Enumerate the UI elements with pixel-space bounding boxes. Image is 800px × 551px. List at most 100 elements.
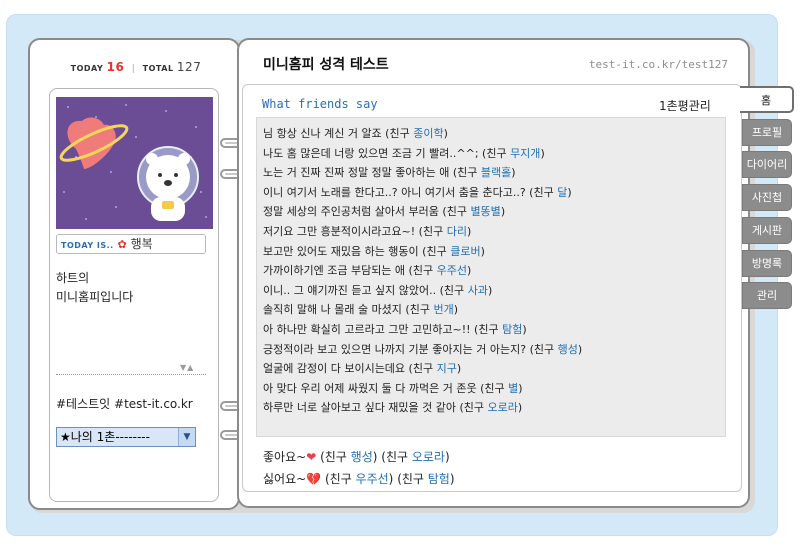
comment-item: 솔직히 말해 나 몰래 술 마셨지 (친구 번개) xyxy=(263,300,725,320)
friend-name[interactable]: 클로버 xyxy=(450,245,480,258)
section-title: What friends say xyxy=(262,97,378,111)
comment-text: 하루만 너로 살아보고 싶다 재밌을 것 같아 (친구 xyxy=(263,401,488,415)
comment-text: 아 맞다 우리 어제 싸웠지 둘 다 까먹은 거 존웃 (친구 xyxy=(263,381,509,395)
friend-name[interactable]: 달 xyxy=(557,186,567,199)
comment-item: 하루만 너로 살아보고 싶다 재밌을 것 같아 (친구 오로라) xyxy=(263,398,725,418)
comment-item: 정말 세상의 주인공처럼 살아서 부러움 (친구 별똥별) xyxy=(263,202,725,222)
comment-end: ) xyxy=(466,224,472,238)
divider xyxy=(56,374,206,375)
comment-text: 솔직히 말해 나 몰래 술 마셨지 (친구 xyxy=(263,303,434,317)
total-count: 127 xyxy=(176,60,202,74)
comment-text: 아 하나만 확실히 고르라고 그만 고민하고~!! (친구 xyxy=(263,322,503,336)
friend-name[interactable]: 다리 xyxy=(447,225,467,238)
comment-end: ) xyxy=(517,401,523,415)
page-url[interactable]: test-it.co.kr/test127 xyxy=(589,58,728,71)
counter-separator: | xyxy=(131,64,136,74)
like-friend-2: (친구 오로라) xyxy=(381,450,450,464)
heart-icon: ❤ xyxy=(306,450,317,464)
comment-text: 노는 거 진짜 진짜 정말 정말 좋아하는 애 (친구 xyxy=(263,166,481,180)
comment-item: 나도 홈 많은데 너랑 있으면 조금 기 빨려..^^; (친구 무지개) xyxy=(263,144,725,164)
manage-comments-link[interactable]: 1촌평관리 xyxy=(659,97,711,114)
chevron-down-icon[interactable]: ▼ xyxy=(178,428,195,446)
comment-item: 긍정적이라 보고 있으면 나까지 기분 좋아지는 거 아는지? (친구 행성) xyxy=(263,340,725,360)
friend-name[interactable]: 블랙홀 xyxy=(481,166,511,179)
comment-end: ) xyxy=(522,322,527,336)
comment-end: ) xyxy=(487,283,493,297)
comment-item: 가까이하기엔 조금 부담되는 애 (친구 우주선) xyxy=(263,261,725,281)
tab-profile[interactable]: 프로필 xyxy=(742,119,792,146)
comment-text: 이니 여기서 노래를 한다고..? 아니 여기서 춤을 춘다고..? (친구 xyxy=(263,185,558,199)
left-page: TODAY 16 | TOTAL 127 TODAY IS.. ✿ 행복 하트의… xyxy=(28,38,240,510)
comment-end: ) xyxy=(511,166,516,180)
comment-text: 이니.. 그 얘기까진 듣고 싶지 않았어.. (친구 xyxy=(263,283,468,297)
tab-board[interactable]: 게시판 xyxy=(742,217,792,244)
visitor-counter: TODAY 16 | TOTAL 127 xyxy=(30,60,242,74)
page-title: 미니홈피 성격 테스트 xyxy=(263,57,389,73)
flower-icon: ✿ xyxy=(117,238,127,251)
tab-guestbook[interactable]: 방명록 xyxy=(742,250,792,277)
dislike-friend-1: (친구 우주선) xyxy=(324,472,394,486)
right-page: 미니홈피 성격 테스트 test-it.co.kr/test127 What f… xyxy=(237,38,750,508)
friend-name[interactable]: 종이학 xyxy=(413,127,443,140)
expand-collapse-icon[interactable]: ▼▲ xyxy=(180,363,194,372)
comment-list: 님 항상 신나 계신 거 알죠 (친구 종이학) 나도 홈 많은데 너랑 있으면 … xyxy=(257,118,725,418)
comment-end: ) xyxy=(443,127,448,140)
like-row: 좋아요~❤ (친구 행성) (친구 오로라) xyxy=(263,446,455,468)
broken-heart-icon: 💔 xyxy=(306,472,322,486)
friend-name[interactable]: 별똥별 xyxy=(470,205,500,218)
comment-text: 저기요 그만 흥분적이시라고요~! (친구 xyxy=(263,224,447,238)
comment-item: 얼굴에 감정이 다 보이시는데요 (친구 지구) xyxy=(263,359,725,379)
like-label: 좋아요~ xyxy=(263,450,307,464)
comment-end: ) xyxy=(567,185,572,199)
dislike-row: 싫어요~💔 (친구 우주선) (친구 탐험) xyxy=(263,468,455,490)
comment-item: 이니 여기서 노래를 한다고..? 아니 여기서 춤을 춘다고..? (친구 달… xyxy=(263,183,725,203)
friend-comments: 님 항상 신나 계신 거 알죠 (친구 종이학) 나도 홈 많은데 너랑 있으면 … xyxy=(256,117,726,437)
comment-text: 님 항상 신나 계신 거 알죠 (친구 xyxy=(263,127,414,140)
comment-end: ) xyxy=(500,205,506,219)
comment-end: ) xyxy=(466,264,472,278)
today-label: TODAY xyxy=(70,64,104,73)
profile-panel: TODAY IS.. ✿ 행복 하트의 미니홈피입니다 ▼▲ #테스트잇 #te… xyxy=(49,88,219,502)
friend-name[interactable]: 오로라 xyxy=(488,401,518,414)
comment-item: 이니.. 그 얘기까진 듣고 싶지 않았어.. (친구 사과) xyxy=(263,281,725,301)
comment-item: 보고만 있어도 재밌음 하는 행동이 (친구 클로버) xyxy=(263,242,725,262)
comment-text: 보고만 있어도 재밌음 하는 행동이 (친구 xyxy=(263,244,451,258)
comment-item: 님 항상 신나 계신 거 알죠 (친구 종이학) xyxy=(263,124,725,144)
comment-text: 긍정적이라 보고 있으면 나까지 기분 좋아지는 거 아는지? (친구 xyxy=(263,342,558,356)
tab-admin[interactable]: 관리 xyxy=(742,282,792,309)
dislike-label: 싫어요~ xyxy=(263,472,307,486)
today-is-label: TODAY IS.. xyxy=(61,241,114,250)
tab-photos[interactable]: 사진첩 xyxy=(742,184,792,211)
mood-text: 행복 xyxy=(130,237,153,251)
comment-item: 노는 거 진짜 진짜 정말 정말 좋아하는 애 (친구 블랙홀) xyxy=(263,163,725,183)
tab-diary[interactable]: 다이어리 xyxy=(742,151,792,178)
dislike-friend-2: (친구 탐험) xyxy=(397,472,455,486)
comment-end: ) xyxy=(480,244,485,258)
friend-name[interactable]: 별 xyxy=(508,382,518,395)
comment-text: 정말 세상의 주인공처럼 살아서 부러움 (친구 xyxy=(263,205,471,219)
today-count: 16 xyxy=(106,60,125,74)
comment-item: 아 하나만 확실히 고르라고 그만 고민하고~!! (친구 탐험) xyxy=(263,320,725,340)
tab-home[interactable]: 홈 xyxy=(740,86,794,113)
friend-select-value: ★나의 1촌-------- xyxy=(60,430,150,444)
friend-name[interactable]: 사과 xyxy=(468,284,488,297)
today-mood: TODAY IS.. ✿ 행복 xyxy=(56,234,206,254)
comment-end: ) xyxy=(577,342,583,356)
comment-text: 나도 홈 많은데 너랑 있으면 조금 기 빨려..^^; (친구 xyxy=(263,146,511,160)
comment-end: ) xyxy=(518,381,523,395)
comment-end: ) xyxy=(453,303,458,317)
friend-name[interactable]: 우주선 xyxy=(437,264,467,277)
hashtags: #테스트잇 #test-it.co.kr xyxy=(56,397,193,411)
friend-name[interactable]: 탐험 xyxy=(502,323,522,336)
intro-line-2: 미니홈피입니다 xyxy=(56,290,134,304)
friend-name[interactable]: 무지개 xyxy=(510,147,540,160)
friend-name[interactable]: 번개 xyxy=(433,303,453,316)
total-label: TOTAL xyxy=(142,64,174,73)
friend-name[interactable]: 지구 xyxy=(437,362,457,375)
friend-name[interactable]: 행성 xyxy=(558,343,578,356)
comment-end: ) xyxy=(456,362,462,376)
intro-line-1: 하트의 xyxy=(56,271,90,285)
comment-end: ) xyxy=(540,146,545,160)
friend-select[interactable]: ★나의 1촌-------- ▼ xyxy=(56,427,196,447)
likes-section: 좋아요~❤ (친구 행성) (친구 오로라) 싫어요~💔 (친구 우주선) (친… xyxy=(263,446,455,490)
